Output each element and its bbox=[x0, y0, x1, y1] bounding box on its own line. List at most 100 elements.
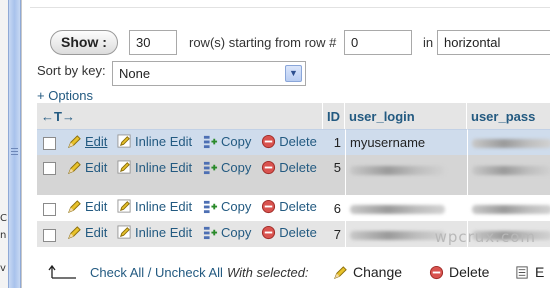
delete-icon bbox=[262, 134, 276, 148]
navigation-frame-edge: C n v bbox=[0, 0, 22, 288]
browse-panel: Show : 30 row(s) starting from row # 0 i… bbox=[30, 0, 550, 288]
bulk-actions-bar: Check All / Uncheck All With selected: C… bbox=[30, 262, 550, 288]
nav-glyph: n bbox=[0, 230, 7, 241]
cell-user-login bbox=[345, 155, 467, 195]
inline-edit-link[interactable]: Inline Edit bbox=[117, 199, 192, 214]
edit-link[interactable]: Edit bbox=[67, 134, 107, 149]
pencil-icon bbox=[68, 200, 81, 213]
table-row: Edit Inline Edit Copy Delete 6 bbox=[37, 195, 550, 221]
inline-edit-label: Inline Edit bbox=[135, 199, 193, 214]
delete-selected-label: Delete bbox=[449, 264, 490, 280]
options-toggle[interactable]: + Options bbox=[37, 88, 93, 103]
top-border bbox=[30, 0, 550, 8]
cell-user-pass bbox=[467, 195, 550, 221]
inline-edit-link[interactable]: Inline Edit bbox=[117, 160, 192, 175]
cell-user-login bbox=[345, 195, 467, 221]
cell-id: 6 bbox=[323, 195, 345, 221]
copy-icon bbox=[203, 200, 218, 214]
copy-link[interactable]: Copy bbox=[203, 199, 251, 214]
inline-edit-label: Inline Edit bbox=[135, 225, 193, 240]
copy-icon bbox=[203, 161, 218, 175]
change-button[interactable]: Change bbox=[333, 264, 402, 280]
delete-icon bbox=[262, 160, 276, 175]
export-label: E bbox=[535, 264, 545, 280]
copy-link[interactable]: Copy bbox=[203, 134, 251, 149]
inline-edit-icon bbox=[117, 225, 131, 239]
scrollbar-grip-icon[interactable] bbox=[11, 148, 18, 157]
results-table: ←T→ ID user_login user_pass Edit Inline … bbox=[37, 103, 550, 247]
table-row: Edit Inline Edit Copy Delete 1 myusernam… bbox=[37, 129, 550, 155]
delete-label: Delete bbox=[279, 225, 317, 240]
copy-link[interactable]: Copy bbox=[203, 160, 251, 175]
start-row-input[interactable]: 0 bbox=[344, 30, 412, 55]
copy-label: Copy bbox=[220, 160, 252, 175]
copy-label: Copy bbox=[220, 133, 252, 149]
edit-label: Edit bbox=[85, 133, 108, 149]
delete-link[interactable]: Delete bbox=[261, 225, 317, 240]
redacted-value bbox=[350, 204, 445, 214]
redacted-value bbox=[350, 230, 445, 240]
table-row: Edit Inline Edit Copy Delete 5 bbox=[37, 155, 550, 195]
delete-link[interactable]: Delete bbox=[261, 134, 317, 149]
column-arrows-icon[interactable]: ←T→ bbox=[41, 109, 75, 124]
inline-edit-link[interactable]: Inline Edit bbox=[117, 134, 192, 149]
redacted-value bbox=[472, 166, 550, 176]
copy-link[interactable]: Copy bbox=[203, 225, 251, 240]
navigation-scrollbar[interactable] bbox=[8, 0, 21, 288]
nav-glyph: C bbox=[0, 213, 7, 224]
delete-link[interactable]: Delete bbox=[261, 160, 317, 175]
rows-count-input[interactable]: 30 bbox=[129, 30, 177, 55]
cell-user-pass bbox=[467, 155, 550, 195]
row-checkbox[interactable] bbox=[43, 228, 56, 242]
inline-edit-icon bbox=[117, 160, 131, 174]
cell-id: 1 bbox=[323, 129, 345, 155]
edit-label: Edit bbox=[85, 225, 108, 240]
display-mode-select[interactable]: horizontal bbox=[437, 30, 550, 55]
delete-icon bbox=[262, 225, 276, 240]
nav-glyph: v bbox=[0, 263, 6, 274]
inline-edit-icon bbox=[117, 199, 131, 213]
redacted-value bbox=[350, 166, 445, 176]
cell-user-pass bbox=[467, 129, 550, 155]
pencil-icon bbox=[68, 134, 81, 148]
copy-icon bbox=[203, 135, 218, 148]
pencil-icon bbox=[334, 265, 347, 279]
sort-by-key-select[interactable]: None ▼ bbox=[112, 61, 306, 86]
redacted-value bbox=[472, 139, 550, 149]
row-checkbox[interactable] bbox=[43, 162, 56, 176]
inline-edit-link[interactable]: Inline Edit bbox=[117, 225, 192, 240]
redacted-value bbox=[472, 204, 550, 214]
row-checkbox[interactable] bbox=[43, 202, 56, 216]
show-button[interactable]: Show : bbox=[50, 30, 118, 55]
inline-edit-label: Inline Edit bbox=[135, 133, 193, 149]
chevron-down-icon[interactable]: ▼ bbox=[285, 65, 302, 82]
edit-link[interactable]: Edit bbox=[67, 199, 107, 214]
in-label: in bbox=[423, 35, 434, 50]
edit-link[interactable]: Edit bbox=[67, 160, 107, 175]
edit-label: Edit bbox=[85, 160, 108, 175]
cell-user-login: myusername bbox=[345, 129, 467, 155]
arrow-up-corner-icon bbox=[48, 264, 76, 279]
rows-label: row(s) starting from row # bbox=[189, 35, 337, 50]
copy-label: Copy bbox=[220, 199, 252, 214]
pencil-icon bbox=[68, 161, 81, 174]
delete-label: Delete bbox=[279, 160, 317, 175]
check-all-link[interactable]: Check All / Uncheck All bbox=[90, 265, 223, 280]
header-user-pass[interactable]: user_pass bbox=[467, 103, 550, 129]
copy-icon bbox=[203, 226, 218, 240]
edit-link[interactable]: Edit bbox=[67, 225, 107, 240]
delete-link[interactable]: Delete bbox=[261, 199, 317, 214]
export-button[interactable]: E bbox=[515, 264, 544, 280]
header-user-login[interactable]: user_login bbox=[345, 103, 467, 129]
delete-selected-button[interactable]: Delete bbox=[429, 264, 489, 280]
sort-selected-value: None bbox=[119, 66, 151, 81]
copy-label: Copy bbox=[220, 225, 252, 240]
column-arrows-header[interactable]: ←T→ bbox=[37, 103, 323, 129]
table-header-row: ←T→ ID user_login user_pass bbox=[37, 103, 550, 129]
cell-id: 5 bbox=[323, 155, 345, 195]
delete-label: Delete bbox=[279, 133, 317, 149]
header-id[interactable]: ID bbox=[323, 103, 345, 129]
sort-by-key-label: Sort by key: bbox=[37, 63, 106, 78]
row-checkbox[interactable] bbox=[43, 137, 56, 151]
delete-icon bbox=[429, 265, 444, 279]
